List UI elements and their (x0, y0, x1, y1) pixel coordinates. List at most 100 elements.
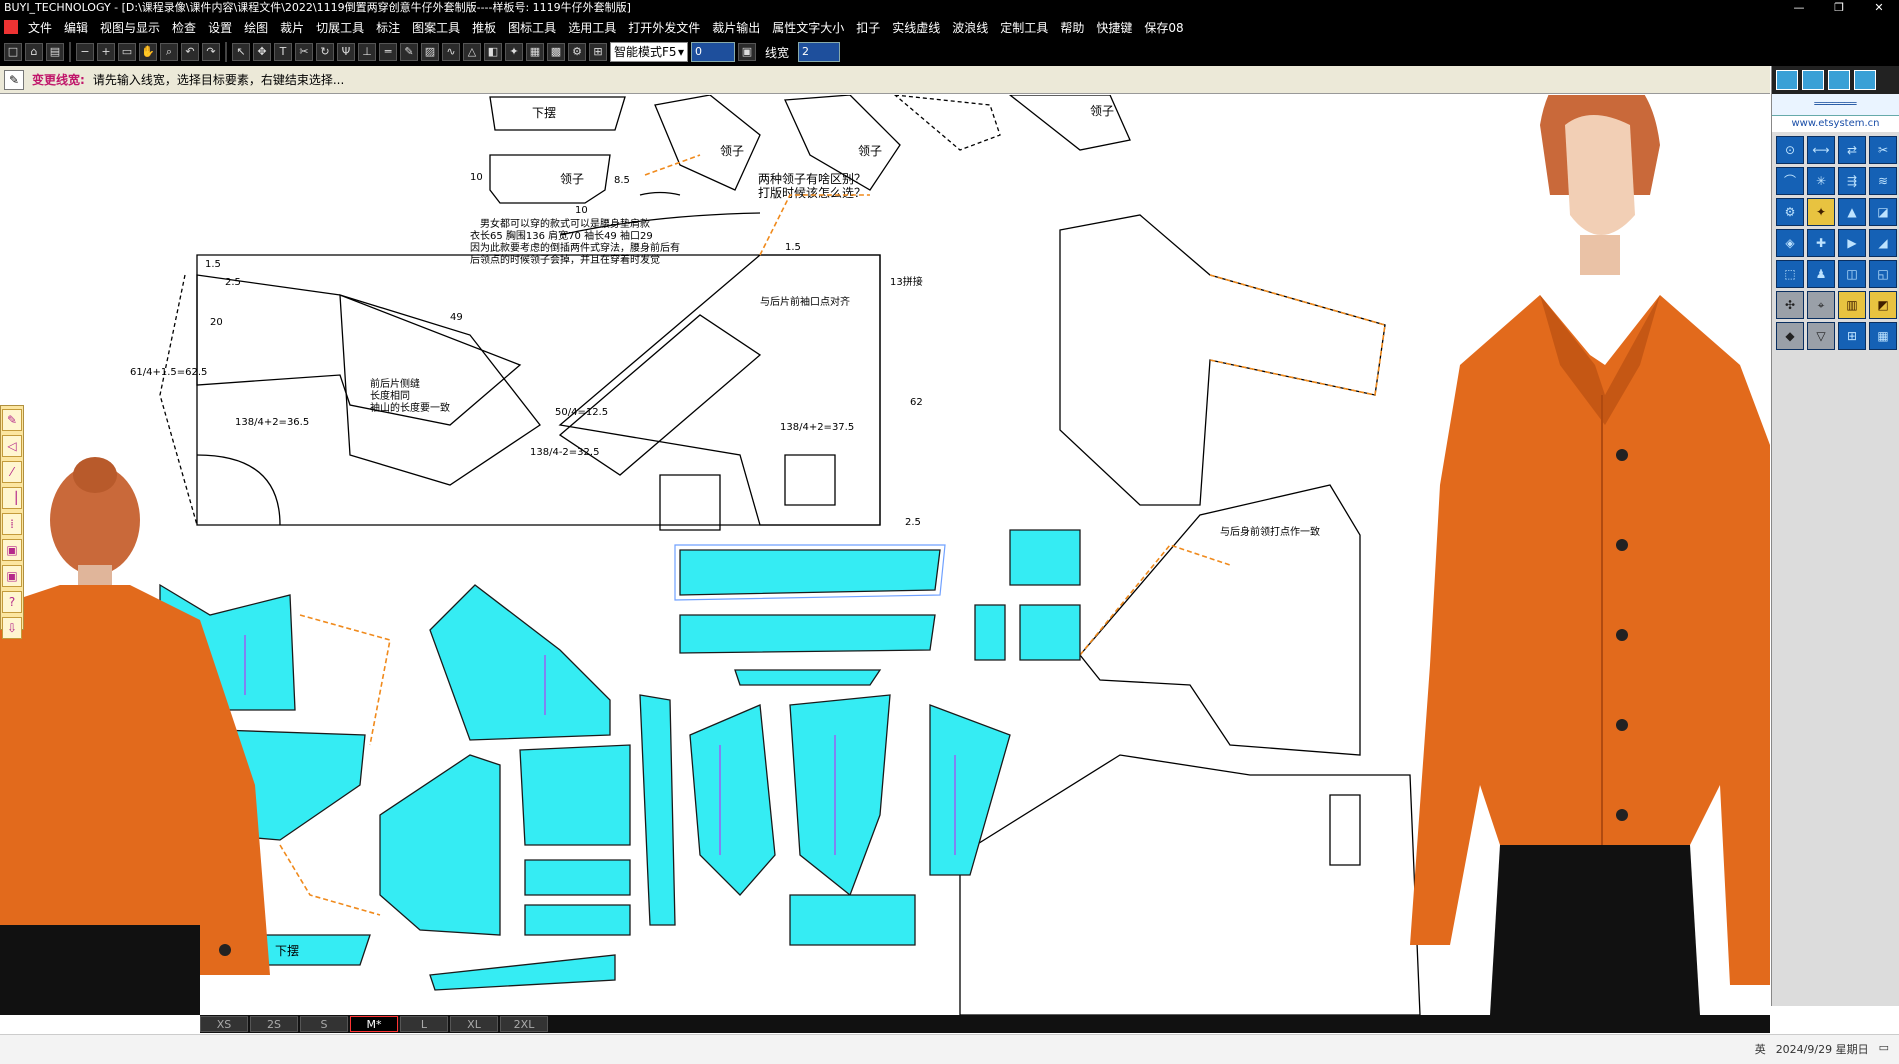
color-palette-icon[interactable]: ◧ (484, 43, 502, 61)
zoom-out-icon[interactable]: − (76, 43, 94, 61)
clock-date[interactable]: 2024/9/29 星期日 (1776, 1041, 1869, 1057)
tool-1-icon[interactable]: ⊙ (1776, 136, 1804, 164)
tool-26-icon[interactable]: ▽ (1807, 322, 1835, 350)
zoom-window-icon[interactable]: ⌕ (160, 43, 178, 61)
menu-check[interactable]: 检查 (166, 19, 202, 36)
panel-tab-4-icon[interactable] (1854, 70, 1876, 90)
menu-save08[interactable]: 保存08 (1138, 19, 1189, 36)
tool-8-icon[interactable]: ≋ (1869, 167, 1897, 195)
palette-bar-icon[interactable]: ▕ (2, 487, 22, 509)
tool-22-icon[interactable]: ⌖ (1807, 291, 1835, 319)
size-tab-s[interactable]: S (300, 1016, 348, 1032)
tool-18-icon[interactable]: ♟ (1807, 260, 1835, 288)
menu-solid-dash[interactable]: 实线虚线 (886, 19, 946, 36)
palette-pen-icon[interactable]: ✎ (2, 409, 22, 431)
open-file-icon[interactable]: ⌂ (25, 43, 43, 61)
palette-dots-icon[interactable]: ⁞ (2, 513, 22, 535)
undo-icon[interactable]: ↶ (181, 43, 199, 61)
palette-down-icon[interactable]: ⇩ (2, 617, 22, 639)
app-icon[interactable] (4, 20, 18, 34)
palette-box-icon[interactable]: ▣ (2, 539, 22, 561)
checker-icon[interactable]: ▩ (547, 43, 565, 61)
tool-15-icon[interactable]: ▶ (1838, 229, 1866, 257)
grid-icon[interactable]: ▦ (526, 43, 544, 61)
tool-17-icon[interactable]: ⬚ (1776, 260, 1804, 288)
rotate-icon[interactable]: ↻ (316, 43, 334, 61)
tool-20-icon[interactable]: ◱ (1869, 260, 1897, 288)
maximize-button[interactable]: ❐ (1819, 0, 1859, 16)
size-tab-2xl[interactable]: 2XL (500, 1016, 548, 1032)
size-tab-2s[interactable]: 2S (250, 1016, 298, 1032)
palette-left-icon[interactable]: ◁ (2, 435, 22, 457)
mirror-icon[interactable]: Ψ (337, 43, 355, 61)
pen-icon[interactable]: ✎ (400, 43, 418, 61)
minimize-button[interactable]: — (1779, 0, 1819, 16)
line-width-input[interactable]: 2 (798, 42, 841, 62)
redo-icon[interactable]: ↷ (202, 43, 220, 61)
size-tab-l[interactable]: L (400, 1016, 448, 1032)
menu-edit[interactable]: 编辑 (58, 19, 94, 36)
hatch-icon[interactable]: ▨ (421, 43, 439, 61)
line-icon[interactable]: ⊥ (358, 43, 376, 61)
text-icon[interactable]: T (274, 43, 292, 61)
menu-annotate[interactable]: 标注 (370, 19, 406, 36)
fit-screen-icon[interactable]: ▭ (118, 43, 136, 61)
menu-buttons[interactable]: 扣子 (850, 19, 886, 36)
size-tab-m[interactable]: M* (350, 1016, 398, 1032)
tool-5-icon[interactable]: ⌒ (1776, 167, 1804, 195)
menu-file[interactable]: 文件 (22, 19, 58, 36)
menu-icon-tools[interactable]: 图标工具 (502, 19, 562, 36)
tool-27-icon[interactable]: ⊞ (1838, 322, 1866, 350)
size-tab-xl[interactable]: XL (450, 1016, 498, 1032)
tool-3-icon[interactable]: ⇄ (1838, 136, 1866, 164)
menu-piece-output[interactable]: 裁片输出 (706, 19, 766, 36)
palette-box2-icon[interactable]: ▣ (2, 565, 22, 587)
tool-2-icon[interactable]: ⟷ (1807, 136, 1835, 164)
menu-select-tools[interactable]: 选用工具 (562, 19, 622, 36)
menu-grading[interactable]: 推板 (466, 19, 502, 36)
tool-9-icon[interactable]: ⚙ (1776, 198, 1804, 226)
tool-14-icon[interactable]: ✚ (1807, 229, 1835, 257)
palette-slash-icon[interactable]: ⁄ (2, 461, 22, 483)
tool-7-icon[interactable]: ⇶ (1838, 167, 1866, 195)
panel-tab-1-icon[interactable] (1776, 70, 1798, 90)
select-arrow-icon[interactable]: ↖ (232, 43, 250, 61)
zoom-in-icon[interactable]: + (97, 43, 115, 61)
size-tab-xs[interactable]: XS (200, 1016, 248, 1032)
palette-help-icon[interactable]: ? (2, 591, 22, 613)
value-input[interactable]: 0 (691, 42, 735, 62)
tool-19-icon[interactable]: ◫ (1838, 260, 1866, 288)
menu-wave-line[interactable]: 波浪线 (946, 19, 994, 36)
tool-10-icon[interactable]: ✦ (1807, 198, 1835, 226)
drawing-canvas[interactable]: 下摆 领子 10 8.5 10 领子 领子 领子 两种领子有啥区别？ 打版时候该… (0, 95, 1770, 1015)
menu-pieces[interactable]: 裁片 (274, 19, 310, 36)
move-icon[interactable]: ✥ (253, 43, 271, 61)
apply-icon[interactable]: ▣ (738, 43, 756, 61)
parallel-icon[interactable]: ═ (379, 43, 397, 61)
tool-12-icon[interactable]: ◪ (1869, 198, 1897, 226)
notification-icon[interactable]: ▭ (1879, 1041, 1889, 1057)
measure-icon[interactable]: △ (463, 43, 481, 61)
tool-16-icon[interactable]: ◢ (1869, 229, 1897, 257)
menu-shortcuts[interactable]: 快捷键 (1090, 19, 1138, 36)
panel-tab-2-icon[interactable] (1802, 70, 1824, 90)
menu-open-external[interactable]: 打开外发文件 (622, 19, 706, 36)
tool-4-icon[interactable]: ✂ (1869, 136, 1897, 164)
panel-tab-3-icon[interactable] (1828, 70, 1850, 90)
close-button[interactable]: ✕ (1859, 0, 1899, 16)
menu-view[interactable]: 视图与显示 (94, 19, 166, 36)
tool-11-icon[interactable]: ▲ (1838, 198, 1866, 226)
tool-28-icon[interactable]: ▦ (1869, 322, 1897, 350)
snap-icon[interactable]: ✦ (505, 43, 523, 61)
website-link[interactable]: www.etsystem.cn (1772, 116, 1899, 132)
curve-icon[interactable]: ∿ (442, 43, 460, 61)
tool-21-icon[interactable]: ✣ (1776, 291, 1804, 319)
scale-icon[interactable]: ⊞ (589, 43, 607, 61)
tool-13-icon[interactable]: ◈ (1776, 229, 1804, 257)
pan-hand-icon[interactable]: ✋ (139, 43, 157, 61)
menu-settings[interactable]: 设置 (202, 19, 238, 36)
menu-slash-spread[interactable]: 切展工具 (310, 19, 370, 36)
menu-help[interactable]: 帮助 (1054, 19, 1090, 36)
cut-icon[interactable]: ✂ (295, 43, 313, 61)
tool-23-icon[interactable]: ▥ (1838, 291, 1866, 319)
